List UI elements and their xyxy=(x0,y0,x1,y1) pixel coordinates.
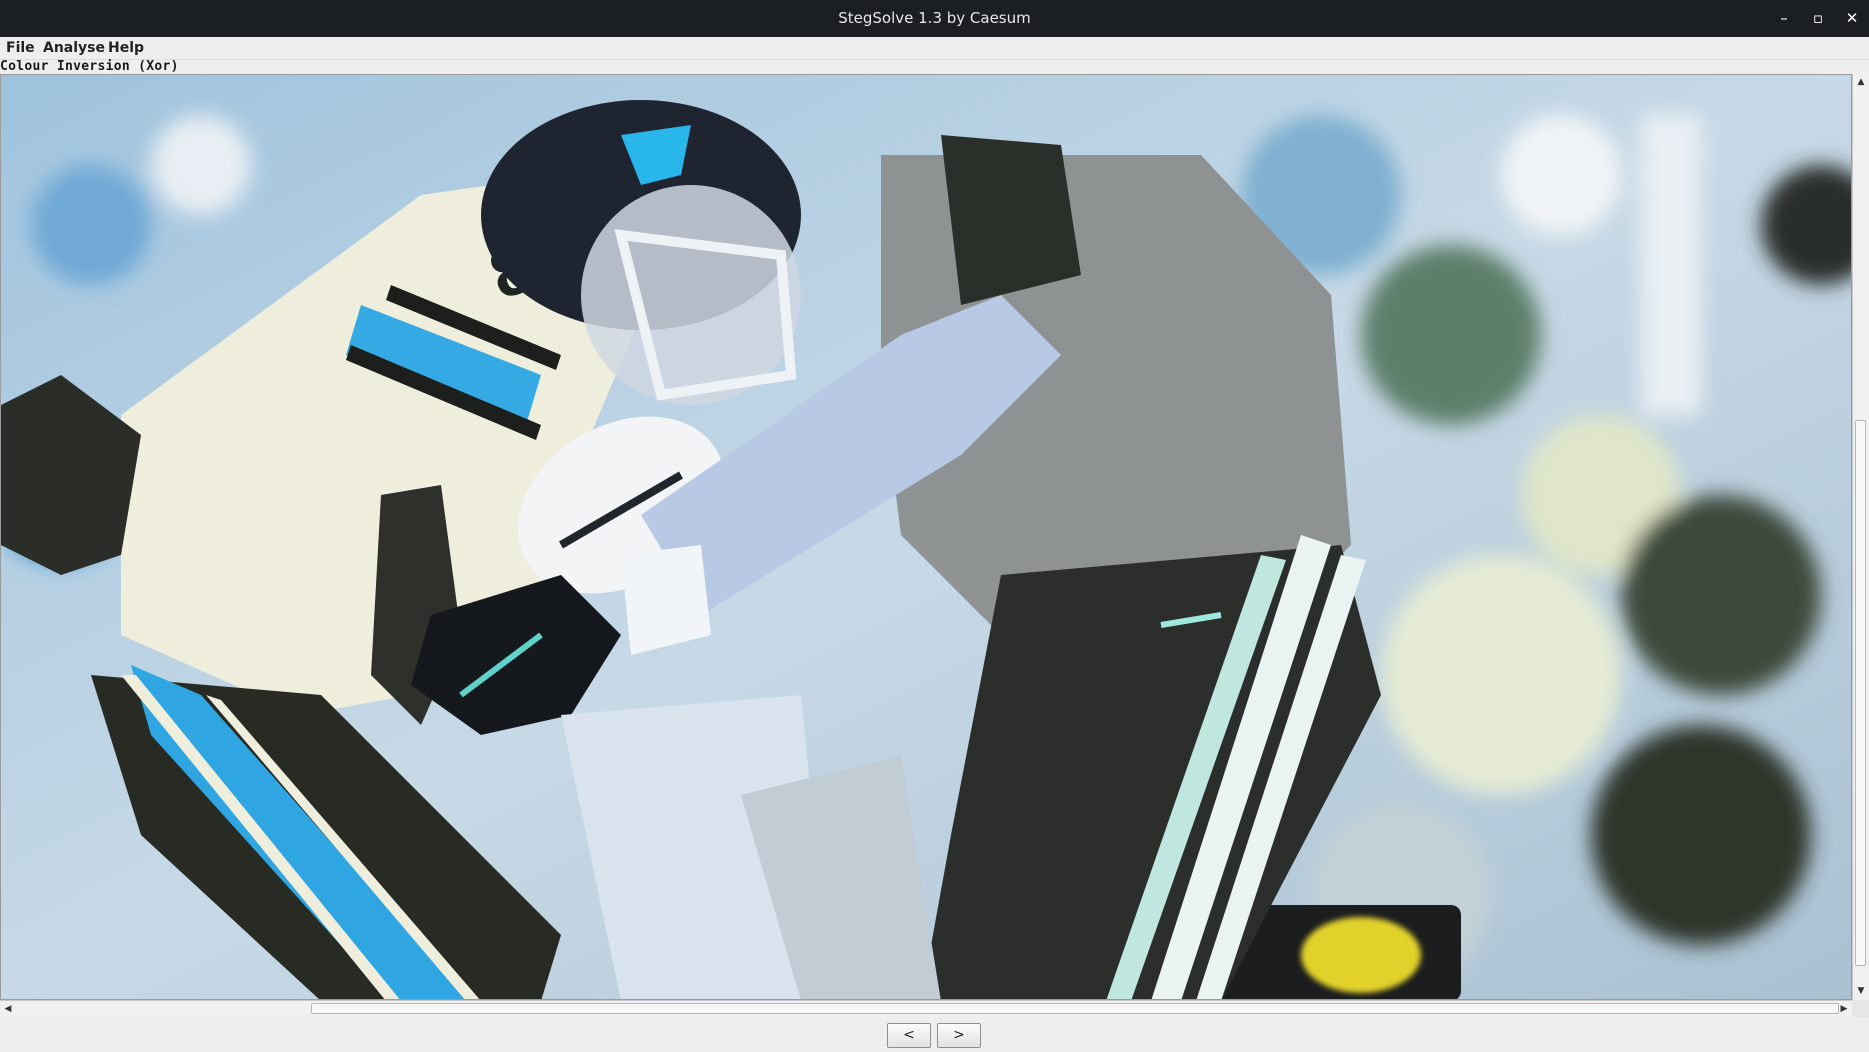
close-button[interactable]: ✕ xyxy=(1835,0,1869,37)
window-titlebar: StegSolve 1.3 by Caesum – ▫ ✕ xyxy=(0,0,1869,37)
maximize-button[interactable]: ▫ xyxy=(1801,0,1835,37)
horizontal-scrollbar[interactable]: ◀ ▶ xyxy=(0,1000,1852,1017)
vertical-scroll-thumb[interactable] xyxy=(1855,420,1866,966)
previous-plane-button[interactable]: < xyxy=(887,1023,931,1048)
scroll-up-arrow-icon[interactable]: ▲ xyxy=(1853,74,1869,90)
mode-label: Colour Inversion (Xor) xyxy=(0,59,179,74)
menu-file[interactable]: File xyxy=(6,37,35,59)
inverted-image: 8 xyxy=(1,75,1851,999)
scroll-corner xyxy=(1852,1000,1869,1017)
next-plane-button[interactable]: > xyxy=(937,1023,981,1048)
menu-bar: File Analyse Help xyxy=(0,37,1869,60)
image-viewport[interactable]: 8 xyxy=(0,74,1852,1000)
vertical-scrollbar[interactable]: ▲ ▼ xyxy=(1852,74,1869,1000)
scroll-left-arrow-icon[interactable]: ◀ xyxy=(0,1001,16,1017)
menu-help[interactable]: Help xyxy=(108,37,144,59)
horizontal-scroll-thumb[interactable] xyxy=(311,1003,1839,1014)
minimize-button[interactable]: – xyxy=(1767,0,1801,37)
menu-analyse[interactable]: Analyse xyxy=(43,37,105,59)
scroll-right-arrow-icon[interactable]: ▶ xyxy=(1836,1001,1852,1017)
scroll-down-arrow-icon[interactable]: ▼ xyxy=(1853,983,1869,999)
window-title: StegSolve 1.3 by Caesum xyxy=(838,9,1031,27)
